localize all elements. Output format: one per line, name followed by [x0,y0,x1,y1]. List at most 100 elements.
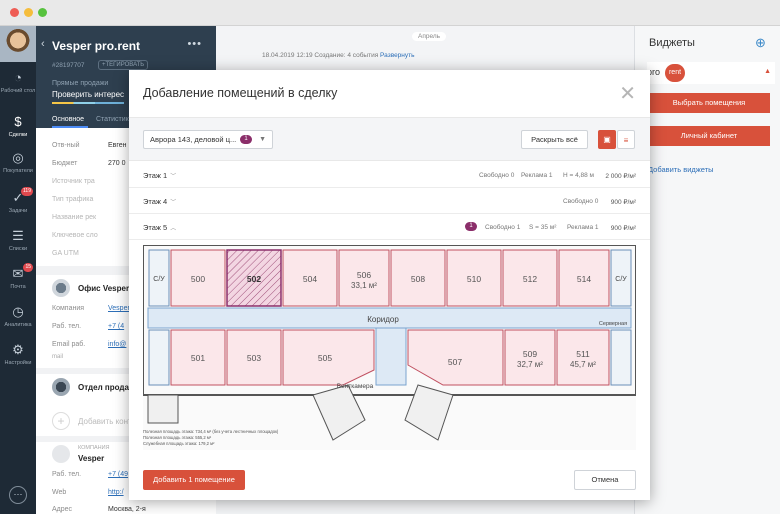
floor-label: Этаж 4 [143,197,168,206]
chevron-up-icon[interactable]: ▲ [764,68,771,75]
minimize-window-button[interactable] [24,8,33,17]
close-window-button[interactable] [10,8,19,17]
room-label: 501 [191,353,205,363]
plan-note: Полезная площадь этажа: 734,4 м² (без уч… [143,429,279,434]
list-view-icon[interactable]: ≡ [617,130,635,149]
field-label: Адрес [52,506,73,513]
nav-item-analytics[interactable]: ◷ Аналитика [0,304,36,329]
floor-free: Свободно 0 [563,198,599,205]
room-label: 505 [318,353,332,363]
field-label[interactable]: Название рек [52,214,96,221]
floor-price: 900 ₽/м² [610,225,636,232]
gear-icon: ⚙ [12,342,24,357]
feed-note: 18.04.2019 12:19 Создание: 4 события Раз… [262,52,415,59]
floor-row-4[interactable]: Этаж 4 ﹀ Свободно 0 900 ₽/м² [129,188,650,214]
expand-events-link[interactable]: Развернуть [380,52,414,59]
stage-progress-bar [52,102,124,104]
contact-name[interactable]: Офис Vesper [78,284,129,293]
close-icon[interactable]: ✕ [619,81,636,106]
main-nav: ◔ Рабочий стол $ Сделки ◎ Покупатели 119… [0,26,36,514]
nav-item-buyers[interactable]: ◎ Покупатели [0,150,36,175]
floor-height: H = 4,88 м [563,172,595,179]
floor-row-1[interactable]: Этаж 1 ﹀ Свободно 0 Реклама 1 H = 4,88 м … [129,162,650,188]
personal-account-button[interactable]: Личный кабинет [648,126,770,146]
add-contact-icon[interactable]: + [52,412,70,430]
room-label: 508 [411,274,425,284]
widgets-panel: Виджеты ⊕ pro rent ▲ Выбрать помещения Л… [634,26,780,514]
room-label: 510 [467,274,481,284]
company-web-link[interactable]: http:/ [108,489,124,496]
back-arrow-icon[interactable]: ‹ [41,38,45,50]
nav-item-label: Рабочий стол [0,88,36,94]
add-tag-button[interactable]: +ТЕГИРОВАТЬ [98,60,149,70]
field-label[interactable]: Ключевое сло [52,232,98,239]
room-label: 512 [523,274,537,284]
floor-name: Этаж 4 ﹀ [143,197,176,206]
image-view-icon[interactable]: ▣ [598,130,616,149]
tab-main[interactable]: Основное [52,116,84,123]
add-widget-icon[interactable]: ⊕ [755,35,766,51]
company-name[interactable]: Vesper [78,454,104,463]
tab-statistics[interactable]: Статистик [96,116,129,123]
feed-note-text: 18.04.2019 12:19 Создание: 4 события [262,52,379,59]
cancel-button[interactable]: Отмена [574,470,636,490]
more-menu-icon[interactable]: ••• [187,38,202,50]
contact-email-link[interactable]: info@ [108,341,126,348]
stair-right [610,329,632,386]
field-label[interactable]: Источник тра [52,178,95,185]
expand-all-button[interactable]: Раскрыть всё [521,130,588,149]
company-phone-link[interactable]: +7 (49 [108,471,128,478]
floor-name: Этаж 1 ﹀ [143,171,176,180]
nav-item-label: Аналитика [4,322,32,328]
corridor-branch [375,327,407,386]
nav-item-label: Настройки [4,360,32,366]
floor-plan[interactable]: 500 502 504 506 33,1 м² 508 510 512 514 … [143,245,636,450]
pipeline-stage[interactable]: Проверить интерес [52,90,124,99]
add-premises-button[interactable]: Добавить 1 помещение [143,470,245,490]
pro-rent-widget-header[interactable]: pro rent ▲ [647,62,775,84]
floor-price: 2 000 ₽/м² [605,173,636,180]
active-tab-indicator [52,126,88,128]
contact-company-link[interactable]: Vesper [108,305,130,312]
maximize-window-button[interactable] [38,8,47,17]
room-area: 45,7 м² [570,360,596,369]
object-count-badge: 1 [240,135,252,144]
window-titlebar [0,0,780,26]
nav-item-mail[interactable]: 15 ✉ Почта [0,263,36,291]
contact-phone-link[interactable]: +7 (4 [108,323,124,330]
nav-item-dashboard[interactable]: ◔ Рабочий стол [0,70,36,95]
company-address[interactable]: Москва, 2-я [108,506,146,513]
floor-ads: Реклама 1 [567,224,599,231]
add-contact-button[interactable]: Добавить конт [78,417,132,426]
buyers-icon: ◎ [12,150,24,165]
field-label[interactable]: GA UTM [52,250,79,257]
modal-toolbar: Аврора 143, деловой ц... 1 ▼ Раскрыть вс… [129,117,650,161]
chat-icon[interactable]: ⋯ [9,486,27,504]
floor-area: S = 35 м² [529,224,557,231]
nav-item-lists[interactable]: ☰ Списки [0,228,36,253]
chevron-down-icon: ﹀ [170,174,177,180]
user-avatar[interactable] [0,26,36,62]
room-label: 504 [303,274,317,284]
object-select[interactable]: Аврора 143, деловой ц... 1 ▼ [143,130,273,149]
nav-item-label: Покупатели [3,168,33,174]
chevron-down-icon: ▼ [259,136,266,143]
field-more: mail [52,354,64,360]
pipeline-name[interactable]: Прямые продажи [52,80,108,87]
field-value-budget[interactable]: 270 0 [108,160,126,167]
nav-item-settings[interactable]: ⚙ Настройки [0,342,36,367]
add-widgets-link[interactable]: Добавить виджеты [648,165,714,174]
field-value-responsible[interactable]: Евген [108,142,127,149]
contact-name[interactable]: Отдел продаж [78,383,135,392]
floor-row-5[interactable]: Этаж 5 ︿ 1 Свободно 1 S = 35 м² Реклама 1… [129,214,650,240]
nav-item-deals[interactable]: $ Сделки [0,114,36,139]
server-room-label: Серверная [599,321,627,327]
select-premises-button[interactable]: Выбрать помещения [648,93,770,113]
lead-title[interactable]: Vesper pro.rent [52,39,140,53]
plan-note: Служебная площадь этажа: 179,2 м² [143,441,215,446]
nav-item-tasks[interactable]: 119 ✓ Задачи [0,187,36,215]
floor-label: Этаж 5 [143,223,168,232]
add-premises-modal: Добавление помещений в сделку ✕ Аврора 1… [129,70,650,500]
field-label[interactable]: Тип трафика [52,196,93,203]
widgets-title: Виджеты [649,37,695,49]
